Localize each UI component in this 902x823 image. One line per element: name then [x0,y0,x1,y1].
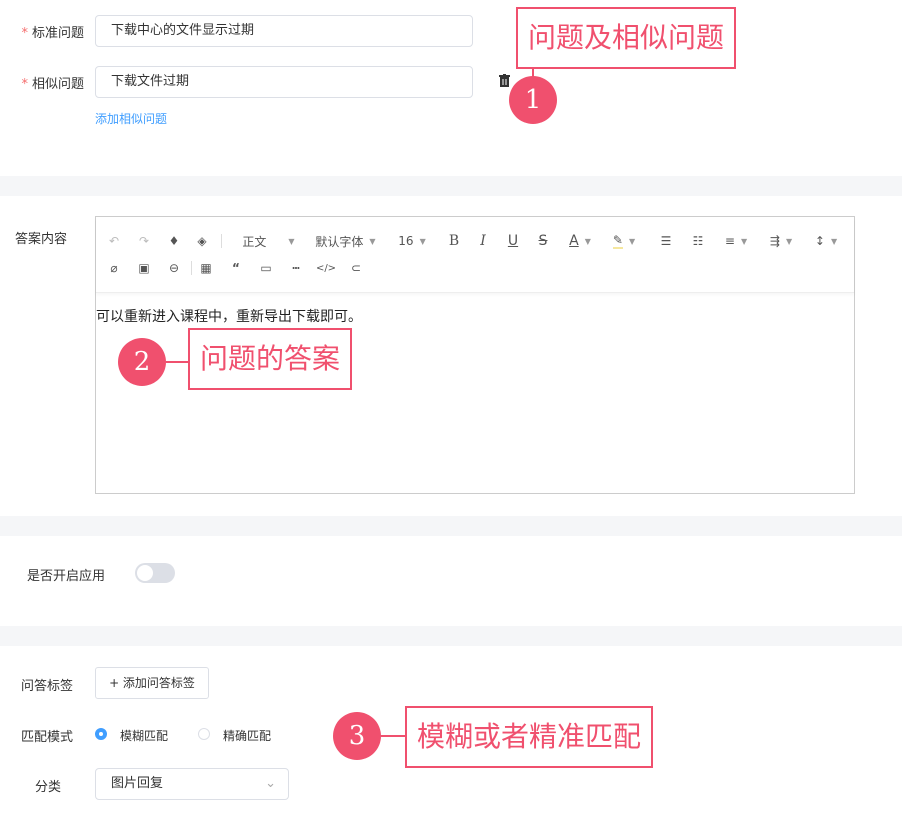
standard-question-label: * 标准问题 [21,26,84,41]
similar-question-label: * 相似问题 [21,77,84,92]
section-divider [0,176,902,196]
bullet-list-icon[interactable]: ☰ [656,230,676,252]
font-value: 默认字体 [315,234,364,249]
chevron-down-icon: ▼ [830,236,838,246]
clear-format-icon[interactable]: ⊂ [346,257,366,279]
code-icon[interactable]: </> [316,257,336,279]
category-label: 分类 [35,780,62,795]
quote-icon[interactable]: “ [226,257,246,279]
code-block-icon[interactable]: ▭ [256,257,276,279]
strikethrough-button[interactable]: S [533,230,553,252]
annotation-marker: 1 [509,76,557,124]
separator [221,234,222,248]
delete-icon[interactable] [499,74,510,87]
radio-exact-label[interactable]: 精确匹配 [223,727,271,744]
chevron-down-icon: ▼ [628,236,636,246]
annotation-marker: 2 [118,338,166,386]
table-icon[interactable]: ▦ [196,257,216,279]
chevron-down-icon: ▼ [288,236,295,246]
separator [191,261,192,275]
indent-icon[interactable]: ⇶ ▼ [763,230,799,252]
editor-toolbar: ↶ ↷ ♦ ◈ 正文 ▼ 默认字体 ▼ 16 ▼ B I U S A ▼ ✎ ▼ ☰ ☷ … [96,217,854,293]
section-divider [0,626,902,646]
chevron-down-icon: ▼ [740,236,748,246]
add-tag-button[interactable]: + 添加问答标签 [95,667,209,699]
match-mode-label: 匹配模式 [21,730,74,745]
format-painter-icon[interactable]: ♦ [164,230,184,252]
redo-icon[interactable]: ↷ [134,230,154,252]
radio-fuzzy[interactable] [95,728,107,740]
similar-question-input[interactable]: 下载文件过期 [95,66,473,98]
section-divider [0,516,902,536]
tags-label: 问答标签 [21,679,74,694]
bold-button[interactable]: B [444,230,464,252]
annotation-callout: 问题及相似问题 [516,7,737,69]
undo-icon[interactable]: ↶ [104,230,124,252]
font-color-button[interactable]: A ▼ [562,230,598,252]
annotation-connector [381,735,406,737]
enable-label: 是否开启应用 [27,569,106,584]
annotation-connector [166,361,188,363]
category-value: 图片回复 [111,776,164,791]
link-icon[interactable]: ⊖ [164,257,184,279]
divider-icon[interactable]: ┅ [286,257,306,279]
paragraph-value: 正文 [242,234,267,249]
italic-button[interactable]: I [473,230,493,252]
radio-exact[interactable] [198,728,210,740]
add-similar-question-link[interactable]: 添加相似问题 [95,110,167,127]
standard-question-input[interactable]: 下载中心的文件显示过期 [95,15,473,47]
numbered-list-icon[interactable]: ☷ [688,230,708,252]
annotation-callout: 问题的答案 [188,328,353,390]
attachment-icon[interactable]: ⌀ [104,257,124,279]
font-size-select[interactable]: 16 ▼ [390,230,434,252]
align-icon[interactable]: ≡ ▼ [718,230,754,252]
chevron-down-icon: ▼ [584,236,591,246]
underline-button[interactable]: U [503,230,523,252]
chevron-down-icon: ▼ [419,236,426,246]
highlighter-icon: ✎ [612,233,623,249]
image-icon[interactable]: ▣ [134,257,154,279]
chevron-down-icon: ▼ [369,236,376,246]
chevron-down-icon: ⌄ [265,776,276,791]
chevron-down-icon: ▼ [785,236,793,246]
highlight-button[interactable]: ✎ ▼ [606,230,642,252]
font-size-value: 16 [398,234,414,248]
font-select[interactable]: 默认字体 ▼ [308,230,383,252]
enable-toggle[interactable] [135,563,175,583]
answer-content[interactable]: 可以重新进入课程中，重新导出下载即可。 [96,306,362,326]
line-height-icon[interactable]: ↕ ▼ [808,230,844,252]
radio-fuzzy-label[interactable]: 模糊匹配 [120,727,168,744]
category-select[interactable]: 图片回复 ⌄ [95,768,289,800]
eraser-icon[interactable]: ◈ [192,230,212,252]
answer-label: 答案内容 [15,232,68,247]
annotation-callout: 模糊或者精准匹配 [405,706,654,768]
paragraph-select[interactable]: 正文 ▼ [236,230,301,252]
annotation-marker: 3 [333,712,381,760]
font-color-icon: A [569,233,579,249]
